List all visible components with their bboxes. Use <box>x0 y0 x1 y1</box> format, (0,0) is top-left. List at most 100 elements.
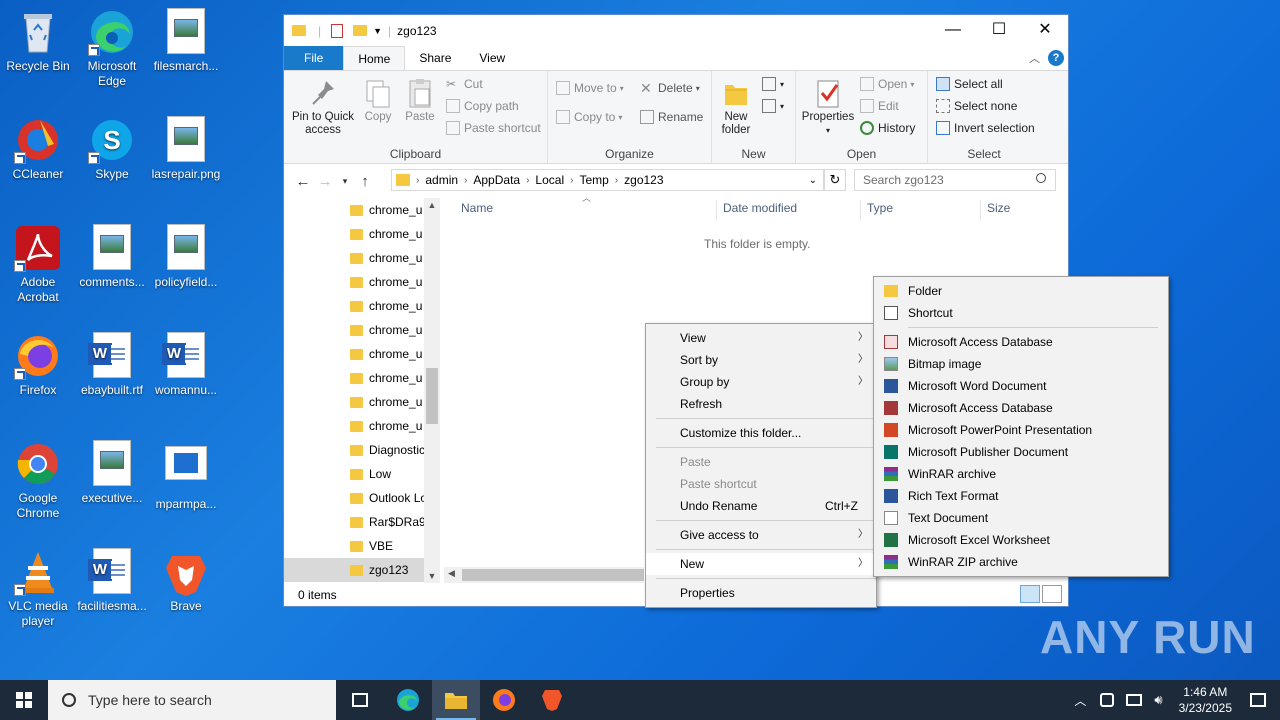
properties-button[interactable]: Properties ▾ <box>800 77 856 137</box>
desktop-icon-policyfield[interactable]: policyfield... <box>148 224 224 290</box>
breadcrumb-local[interactable]: Local <box>529 173 570 187</box>
taskbar-search-box[interactable]: Type here to search <box>48 680 336 720</box>
customize-quick-access-icon[interactable]: ▼ <box>373 26 382 36</box>
desktop-icon-lasrepair[interactable]: lasrepair.png <box>148 116 224 182</box>
menu-item-paste-shortcut[interactable]: Paste shortcut <box>646 473 876 495</box>
title-bar[interactable]: | ▼ | zgo123 — ☐ ✕ <box>284 15 1068 46</box>
taskbar-brave[interactable] <box>528 680 576 720</box>
tree-item[interactable]: chrome_u <box>284 318 424 342</box>
menu-item-new[interactable]: New 〉 <box>646 553 876 575</box>
tab-home[interactable]: Home <box>343 46 406 70</box>
column-header-size[interactable]: Size <box>987 201 1010 221</box>
back-button[interactable]: ← <box>292 173 314 190</box>
desktop-icon-recycle-bin[interactable]: Recycle Bin <box>0 8 76 74</box>
new-folder-quick-icon[interactable] <box>353 25 368 36</box>
scrollbar-thumb[interactable] <box>426 368 438 424</box>
menu-item-view[interactable]: View 〉 <box>646 327 876 349</box>
start-button[interactable] <box>0 680 48 720</box>
desktop-icon-brave[interactable]: Brave <box>148 548 224 614</box>
new-item-access-database[interactable]: Microsoft Access Database <box>874 331 1168 353</box>
tree-item[interactable]: VBE <box>284 534 424 558</box>
taskbar-file-explorer[interactable] <box>432 680 480 720</box>
pin-to-quick-access-button[interactable]: Pin to Quick access <box>290 77 356 137</box>
menu-item-customize-folder[interactable]: Customize this folder... <box>646 422 876 444</box>
tab-file[interactable]: File <box>284 46 344 70</box>
desktop-icon-comments[interactable]: comments... <box>74 224 150 290</box>
scroll-up-icon[interactable]: ▲ <box>424 200 440 210</box>
desktop-icon-ccleaner[interactable]: CCleaner <box>0 116 76 182</box>
menu-item-give-access-to[interactable]: Give access to 〉 <box>646 524 876 546</box>
clock[interactable]: 1:46 AM 3/23/2025 <box>1179 684 1232 716</box>
notifications-icon[interactable] <box>1250 693 1266 707</box>
new-item-excel-worksheet[interactable]: Microsoft Excel Worksheet <box>874 529 1168 551</box>
select-none-button[interactable]: Select none <box>936 99 1017 113</box>
collapse-ribbon-icon[interactable]: ︿ <box>1029 50 1040 66</box>
move-to-button[interactable]: Move to ▾ <box>556 81 624 95</box>
tree-item[interactable]: chrome_u <box>284 390 424 414</box>
show-hidden-icons-icon[interactable]: ︿ <box>1074 692 1086 709</box>
taskbar-firefox[interactable] <box>480 680 528 720</box>
desktop-icon-ebaybuilt[interactable]: W ebaybuilt.rtf <box>74 332 150 398</box>
task-view-button[interactable] <box>336 680 384 720</box>
new-item-winrar-archive[interactable]: WinRAR archive <box>874 463 1168 485</box>
scroll-left-icon[interactable]: ◀ <box>448 568 455 579</box>
open-button[interactable]: Open ▾ <box>860 77 914 91</box>
cut-button[interactable]: ✂ Cut <box>446 77 483 91</box>
menu-item-undo-rename[interactable]: Undo Rename Ctrl+Z <box>646 495 876 517</box>
tree-item[interactable]: Diagnostic <box>284 438 424 462</box>
breadcrumb-zgo123[interactable]: zgo123 <box>618 173 669 187</box>
menu-item-properties[interactable]: Properties <box>646 582 876 604</box>
scroll-down-icon[interactable]: ▼ <box>424 571 440 581</box>
refresh-icon[interactable]: ↻ <box>824 169 846 191</box>
new-item-powerpoint[interactable]: Microsoft PowerPoint Presentation <box>874 419 1168 441</box>
edit-button[interactable]: Edit <box>860 99 899 113</box>
up-button[interactable]: ↑ <box>354 173 376 190</box>
new-item-text-document[interactable]: Text Document <box>874 507 1168 529</box>
easy-access-button[interactable]: ▾ <box>762 99 784 113</box>
maximize-button[interactable]: ☐ <box>976 15 1022 45</box>
tree-item[interactable]: chrome_u <box>284 294 424 318</box>
tab-view[interactable]: View <box>465 46 519 70</box>
desktop-icon-womannu[interactable]: W womannu... <box>148 332 224 398</box>
address-dropdown-icon[interactable]: ⌄ <box>809 175 817 186</box>
network-icon[interactable] <box>1126 694 1143 706</box>
paste-button[interactable]: Paste <box>402 77 438 124</box>
breadcrumb-admin[interactable]: admin <box>419 173 464 187</box>
recent-locations-button[interactable]: ▾ <box>336 176 354 187</box>
desktop-icon-filesmarch[interactable]: filesmarch... <box>148 8 224 74</box>
tree-item[interactable]: chrome_u <box>284 270 424 294</box>
breadcrumb-appdata[interactable]: AppData <box>467 173 526 187</box>
copy-button[interactable]: Copy <box>360 77 396 124</box>
column-header-type[interactable]: Type <box>867 201 893 221</box>
tree-item[interactable]: Low <box>284 462 424 486</box>
new-item-access-database-2[interactable]: Microsoft Access Database <box>874 397 1168 419</box>
network-status-icon[interactable] <box>1100 693 1115 707</box>
new-item-shortcut[interactable]: Shortcut <box>874 302 1168 324</box>
properties-quick-icon[interactable] <box>331 23 344 38</box>
paste-shortcut-button[interactable]: Paste shortcut <box>446 121 541 135</box>
help-icon[interactable]: ? <box>1048 50 1064 66</box>
menu-item-paste[interactable]: Paste <box>646 451 876 473</box>
search-input[interactable]: Search zgo123 <box>854 169 1056 191</box>
tab-share[interactable]: Share <box>405 46 465 70</box>
new-item-word-document[interactable]: Microsoft Word Document <box>874 375 1168 397</box>
tree-item-selected[interactable]: zgo123 <box>284 558 424 582</box>
history-button[interactable]: History <box>860 121 915 135</box>
desktop-icon-mparmpa[interactable]: mparmpa... <box>148 440 224 512</box>
desktop-icon-firefox[interactable]: Firefox <box>0 332 76 398</box>
tree-item[interactable]: chrome_u <box>284 222 424 246</box>
address-bar[interactable]: › admin › AppData › Local › Temp › zgo12… <box>391 169 824 191</box>
desktop-icon-adobe-acrobat[interactable]: Adobe Acrobat <box>0 224 76 305</box>
new-folder-button[interactable]: New folder <box>716 77 756 137</box>
desktop-icon-microsoft-edge[interactable]: Microsoft Edge <box>74 8 150 89</box>
menu-item-refresh[interactable]: Refresh <box>646 393 876 415</box>
close-button[interactable]: ✕ <box>1022 15 1068 45</box>
desktop-icon-vlc[interactable]: VLC media player <box>0 548 76 629</box>
new-item-bitmap-image[interactable]: Bitmap image <box>874 353 1168 375</box>
desktop-icon-facilitiesma[interactable]: W facilitiesma... <box>74 548 150 614</box>
copy-path-button[interactable]: Copy path <box>446 99 519 113</box>
tree-item[interactable]: chrome_u <box>284 414 424 438</box>
scrollbar-thumb[interactable] <box>462 569 644 581</box>
content-horizontal-scrollbar[interactable]: ◀ <box>444 567 644 583</box>
navigation-pane-scrollbar[interactable]: ▲ ▼ <box>424 198 440 583</box>
